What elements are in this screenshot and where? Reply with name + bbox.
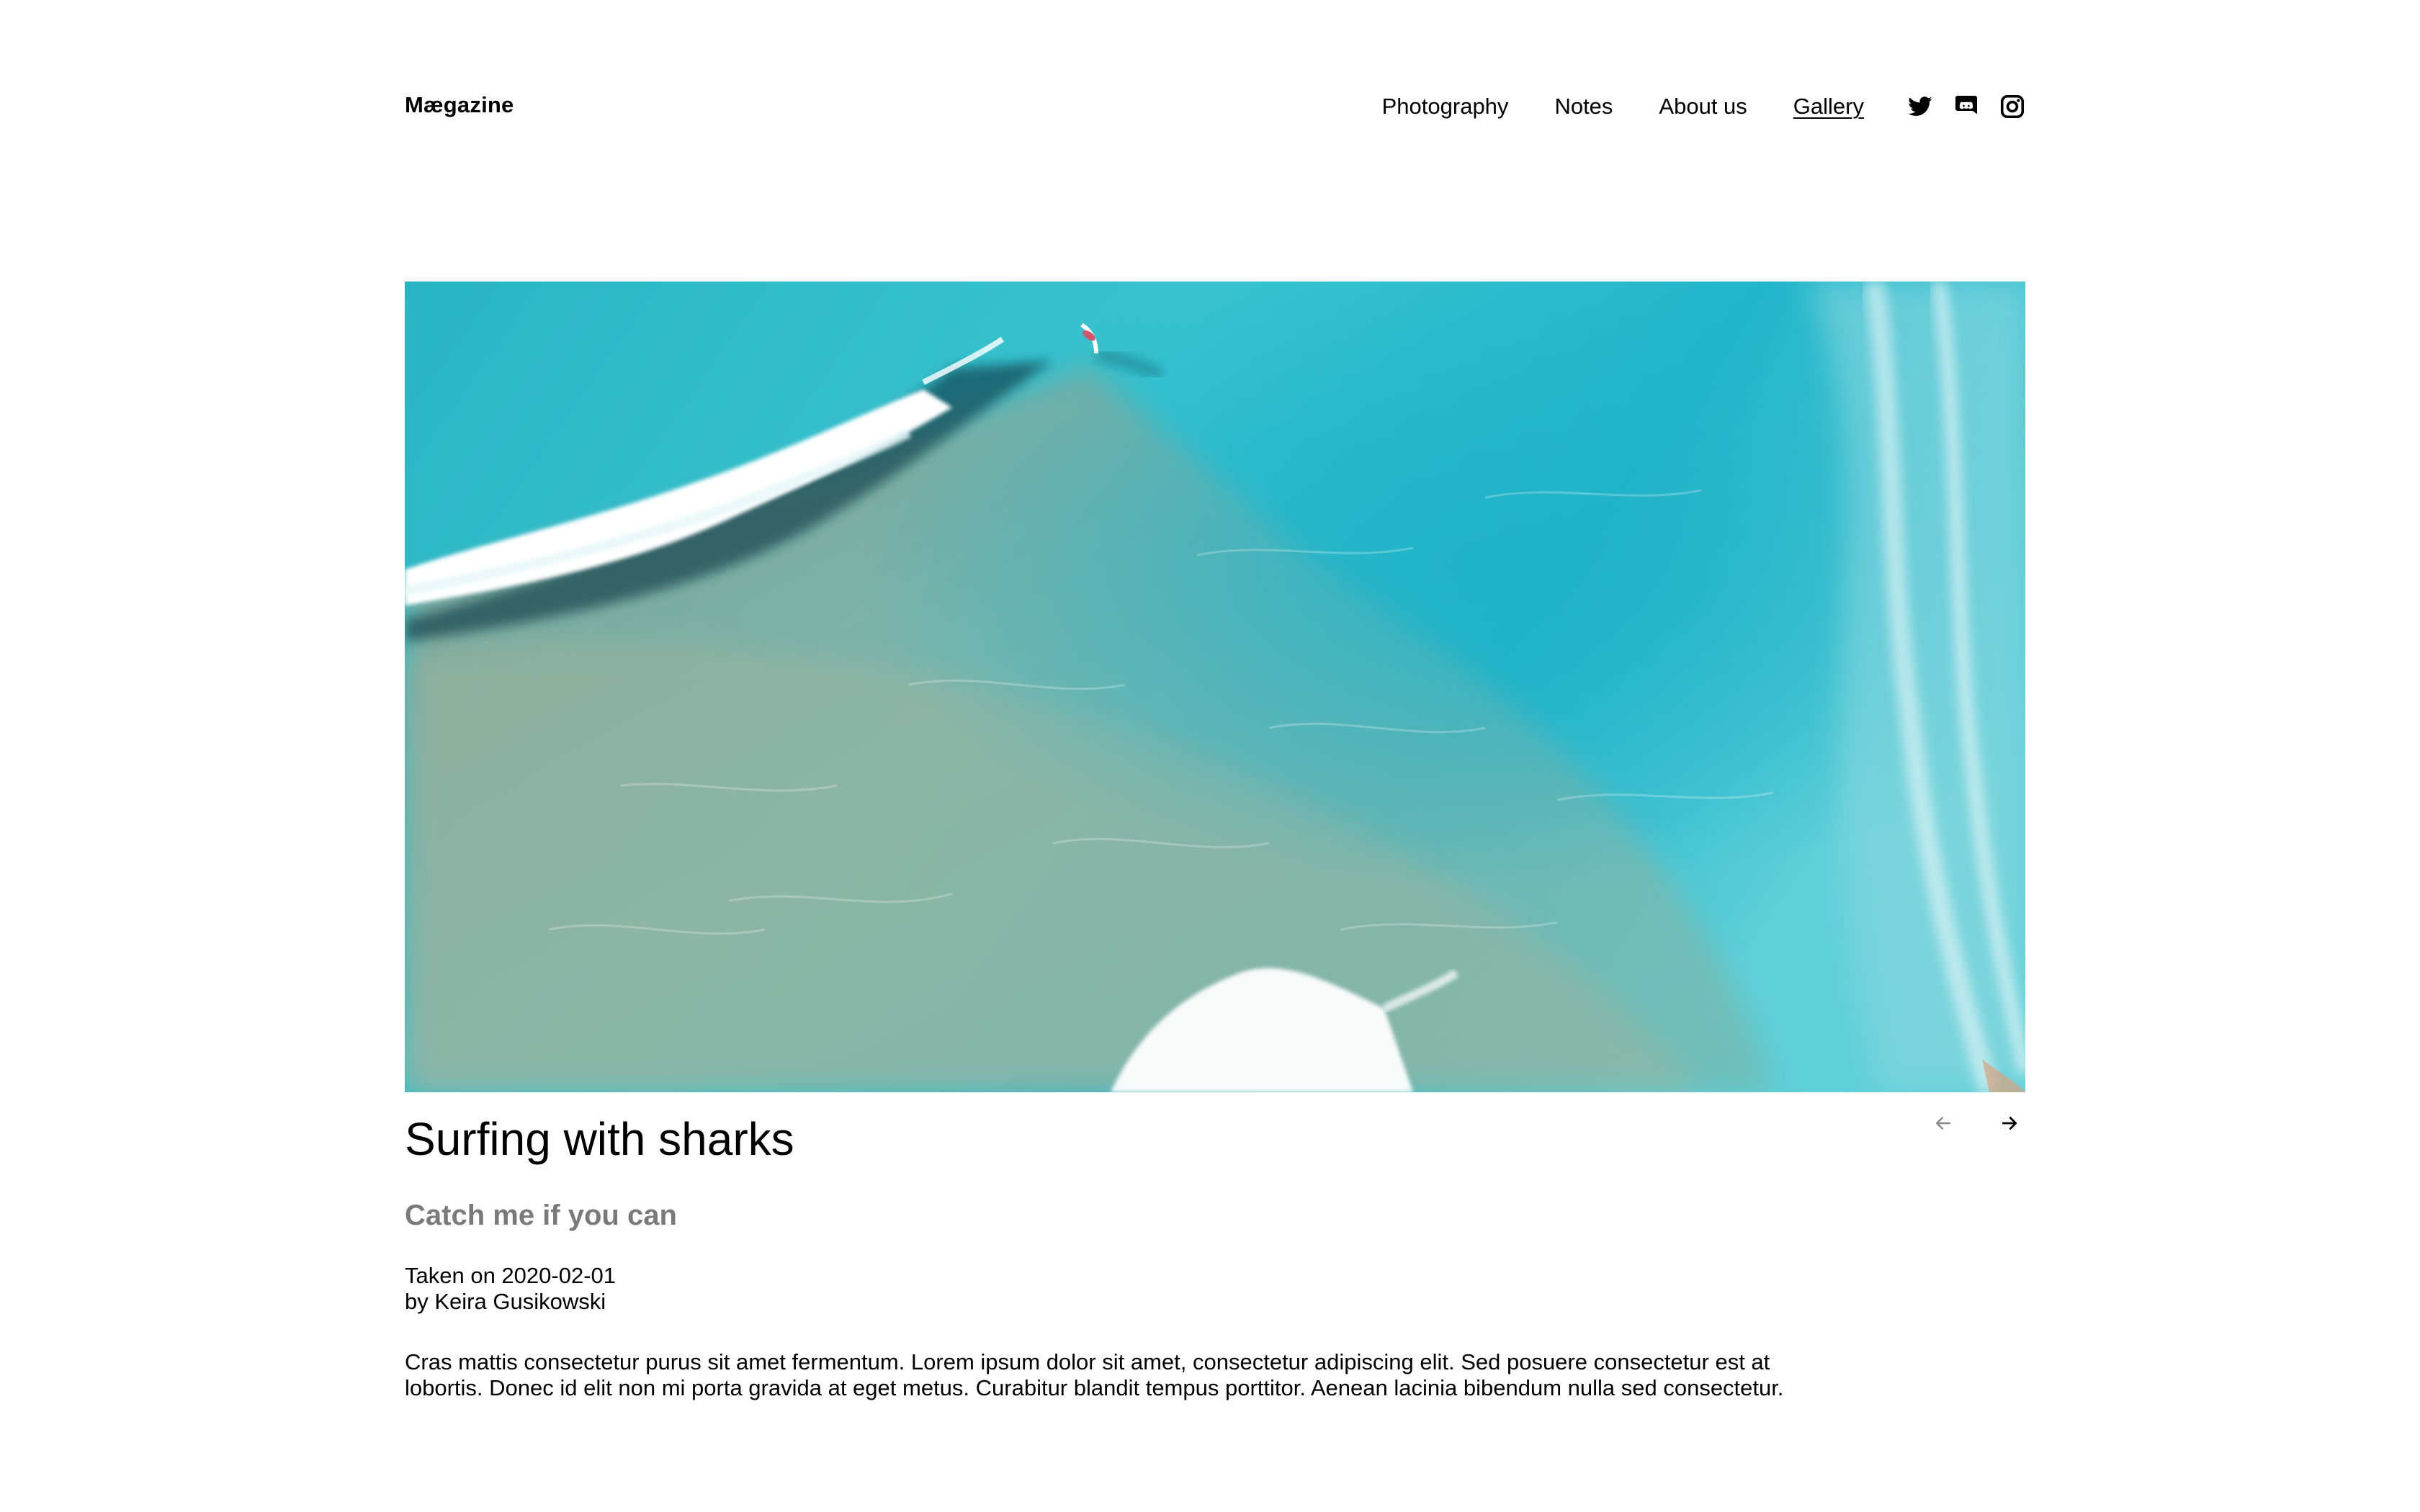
arrow-right-icon xyxy=(2002,1117,2017,1130)
social-links xyxy=(1907,94,2025,120)
twitter-icon[interactable] xyxy=(1907,94,1933,120)
photo-pager xyxy=(1927,1107,2025,1139)
main-nav: Photography Notes About us Gallery xyxy=(1382,86,2025,127)
discord-icon[interactable] xyxy=(1953,94,1979,120)
prev-photo-button[interactable] xyxy=(1927,1107,1959,1139)
photo-meta: Taken on 2020-02-01 by Keira Gusikowski xyxy=(405,1263,616,1315)
instagram-icon[interactable] xyxy=(1999,94,2025,120)
photo-title: Surfing with sharks xyxy=(405,1113,794,1165)
nav-item-notes[interactable]: Notes xyxy=(1554,86,1613,127)
photo-subtitle: Catch me if you can xyxy=(405,1200,677,1231)
next-photo-button[interactable] xyxy=(1994,1107,2025,1139)
nav-item-photography[interactable]: Photography xyxy=(1382,86,1509,127)
site-header: Mægazine Photography Notes About us Gall… xyxy=(405,86,2025,127)
hero-photo xyxy=(405,282,2025,1092)
taken-on-date: Taken on 2020-02-01 xyxy=(405,1263,617,1288)
nav-item-about-us[interactable]: About us xyxy=(1659,86,1747,127)
aerial-ocean-image xyxy=(405,282,2025,1092)
nav-item-gallery[interactable]: Gallery xyxy=(1793,86,1864,127)
brand-logo[interactable]: Mægazine xyxy=(405,92,514,118)
photo-author: by Keira Gusikowski xyxy=(405,1289,606,1314)
arrow-left-icon xyxy=(1936,1117,1950,1130)
photo-description: Cras mattis consectetur purus sit amet f… xyxy=(405,1349,1784,1400)
